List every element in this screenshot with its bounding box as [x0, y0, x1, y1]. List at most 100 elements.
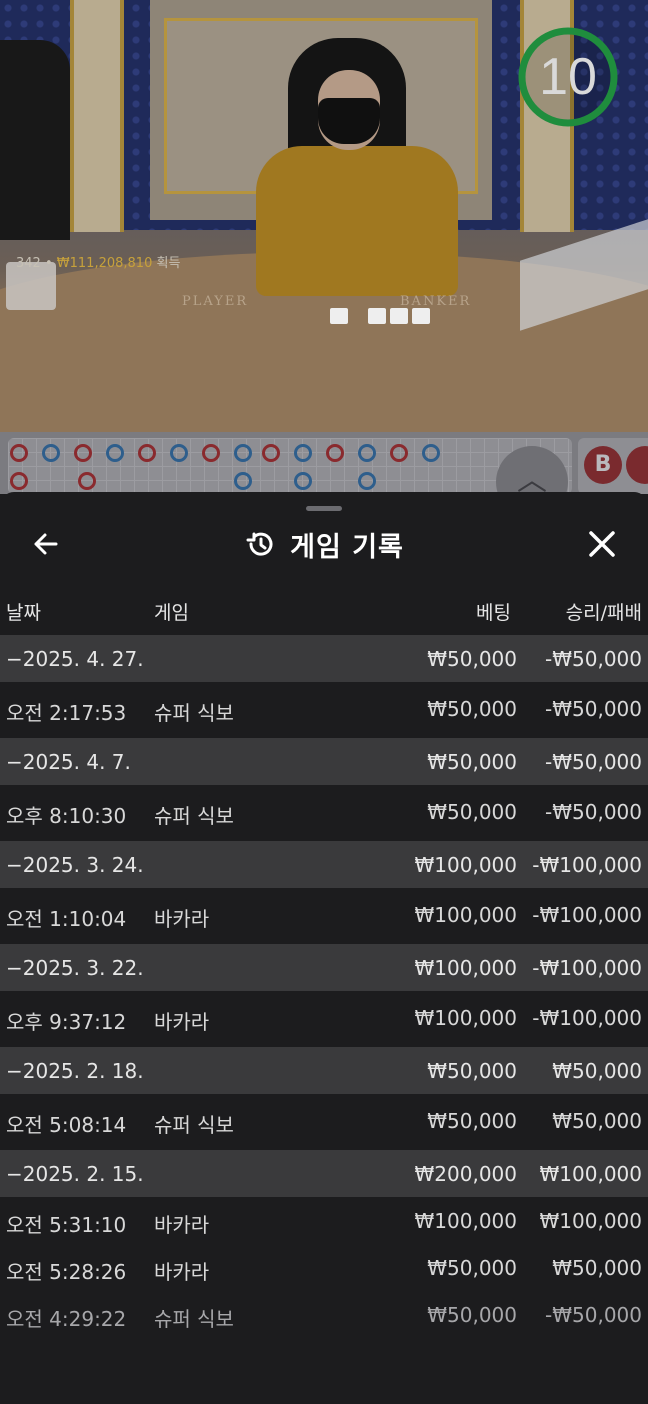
- person-left: [0, 40, 70, 240]
- game-cell: 바카라: [154, 907, 210, 931]
- bet-cell: ₩50,000: [427, 697, 517, 721]
- bet-cell: ₩50,000: [427, 1256, 517, 1280]
- bead-player: [294, 444, 312, 462]
- result-cell: -₩50,000: [545, 750, 642, 774]
- result-cell: ₩100,000: [539, 1209, 642, 1233]
- sheet-grabber[interactable]: [306, 506, 342, 511]
- playing-card: [368, 308, 386, 324]
- date-cell: −2025. 3. 24.: [6, 853, 144, 877]
- close-button[interactable]: [582, 524, 622, 564]
- playing-card: [412, 308, 430, 324]
- game-record-row[interactable]: 오후 8:10:30 슈퍼 식보 ₩50,000 -₩50,000: [0, 785, 648, 841]
- bet-cell: ₩100,000: [414, 956, 517, 980]
- bead-banker: [390, 444, 408, 462]
- game-record-row[interactable]: 오전 2:17:53 슈퍼 식보 ₩50,000 -₩50,000: [0, 682, 648, 738]
- bet-cell: ₩50,000: [427, 800, 517, 824]
- bet-cell: ₩50,000: [427, 1109, 517, 1133]
- game-record-row[interactable]: 오전 5:08:14 슈퍼 식보 ₩50,000 ₩50,000: [0, 1094, 648, 1150]
- sheet-header: 게임 기록: [0, 524, 648, 564]
- result-cell: -₩50,000: [545, 647, 642, 671]
- bead-player: [106, 444, 124, 462]
- game-record-row[interactable]: 오전 5:28:26 바카라 ₩50,000 ₩50,000: [0, 1244, 648, 1291]
- winner-count: 342: [16, 256, 41, 271]
- date-group-row: −2025. 2. 18. ₩50,000 ₩50,000: [0, 1047, 648, 1094]
- column-header-result: 승리/패배: [565, 602, 642, 624]
- date-cell: −2025. 2. 18.: [6, 1059, 144, 1083]
- game-cell: 슈퍼 식보: [154, 1113, 234, 1137]
- game-cell: 슈퍼 식보: [154, 804, 234, 828]
- result-cell: ₩50,000: [552, 1059, 642, 1083]
- bet-cell: ₩50,000: [427, 647, 517, 671]
- time-cell: 오전 2:17:53: [6, 701, 127, 725]
- bead-banker: [202, 444, 220, 462]
- result-cell: -₩50,000: [545, 800, 642, 824]
- game-record-row[interactable]: 오전 5:31:10 바카라 ₩100,000 ₩100,000: [0, 1197, 648, 1244]
- winner-ticker: 342 • ₩111,208,810 획득: [16, 252, 180, 271]
- bead-banker: [78, 472, 96, 490]
- result-cell: -₩50,000: [545, 1303, 642, 1327]
- bead-road[interactable]: [8, 438, 572, 494]
- date-cell: −2025. 2. 15.: [6, 1162, 144, 1186]
- date-group-row: −2025. 4. 27. ₩50,000 -₩50,000: [0, 635, 648, 682]
- bead-player: [234, 472, 252, 490]
- date-group-row: −2025. 3. 24. ₩100,000 -₩100,000: [0, 841, 648, 888]
- table-header: 날짜 게임 베팅 승리/패배: [0, 590, 648, 630]
- date-cell: −2025. 3. 22.: [6, 956, 144, 980]
- playing-card: [330, 308, 348, 324]
- date-group-row: −2025. 3. 22. ₩100,000 -₩100,000: [0, 944, 648, 991]
- game-record-row[interactable]: 오후 9:37:12 바카라 ₩100,000 -₩100,000: [0, 991, 648, 1047]
- result-cell: -₩50,000: [545, 697, 642, 721]
- table-label-banker: BANKER: [400, 294, 472, 309]
- column-header-date: 날짜: [6, 602, 41, 624]
- game-cell: 바카라: [154, 1213, 210, 1237]
- game-cell: 바카라: [154, 1010, 210, 1034]
- column-header-bet: 베팅: [476, 602, 511, 624]
- page-title: 게임 기록: [290, 531, 404, 563]
- time-cell: 오후 8:10:30: [6, 804, 127, 828]
- date-cell: −2025. 4. 27.: [6, 647, 144, 671]
- result-cell: -₩100,000: [532, 1006, 642, 1030]
- date-cell: −2025. 4. 7.: [6, 750, 131, 774]
- game-record-row[interactable]: 오전 4:29:22 슈퍼 식보 ₩50,000 -₩50,000: [0, 1291, 648, 1338]
- bead-banker: [74, 444, 92, 462]
- result-cell: ₩100,000: [539, 1162, 642, 1186]
- game-cell: 슈퍼 식보: [154, 701, 234, 725]
- game-cell: 바카라: [154, 1260, 210, 1284]
- bet-cell: ₩200,000: [414, 1162, 517, 1186]
- result-cell: ₩50,000: [552, 1109, 642, 1133]
- game-history-sheet: 게임 기록 날짜 게임 베팅 승리/패배 −2025. 4. 27. ₩50,00…: [0, 492, 648, 1404]
- bead-player: [234, 444, 252, 462]
- bead-banker: [138, 444, 156, 462]
- bead-player: [358, 444, 376, 462]
- dealer-body: [256, 146, 458, 296]
- bet-cell: ₩50,000: [427, 1059, 517, 1083]
- time-cell: 오후 9:37:12: [6, 1010, 127, 1034]
- bead-player: [358, 472, 376, 490]
- result-cell: -₩100,000: [532, 903, 642, 927]
- bet-cell: ₩100,000: [414, 903, 517, 927]
- bead-banker: [326, 444, 344, 462]
- bead-banker: [262, 444, 280, 462]
- bet-cell: ₩100,000: [414, 1209, 517, 1233]
- time-cell: 오전 5:28:26: [6, 1260, 127, 1284]
- game-record-row[interactable]: 오전 1:10:04 바카라 ₩100,000 -₩100,000: [0, 888, 648, 944]
- bet-cell: ₩50,000: [427, 1303, 517, 1327]
- banker-bead-icon: B: [584, 446, 622, 484]
- playing-card: [390, 308, 408, 324]
- date-group-row: −2025. 4. 7. ₩50,000 -₩50,000: [0, 738, 648, 785]
- time-cell: 오전 4:29:22: [6, 1307, 127, 1331]
- column-header-game: 게임: [154, 602, 189, 624]
- bead-banker: [10, 472, 28, 490]
- bead-player: [42, 444, 60, 462]
- winner-amount: ₩111,208,810: [56, 256, 153, 271]
- bet-cell: ₩50,000: [427, 750, 517, 774]
- person-icon: •: [44, 256, 53, 271]
- result-cell: -₩100,000: [532, 853, 642, 877]
- close-icon: [589, 531, 615, 557]
- bet-cell: ₩100,000: [414, 1006, 517, 1030]
- bead-banker: [10, 444, 28, 462]
- countdown-timer: 10: [539, 48, 597, 106]
- winner-suffix: 획득: [156, 256, 181, 271]
- time-cell: 오전 5:08:14: [6, 1113, 127, 1137]
- result-cell: -₩100,000: [532, 956, 642, 980]
